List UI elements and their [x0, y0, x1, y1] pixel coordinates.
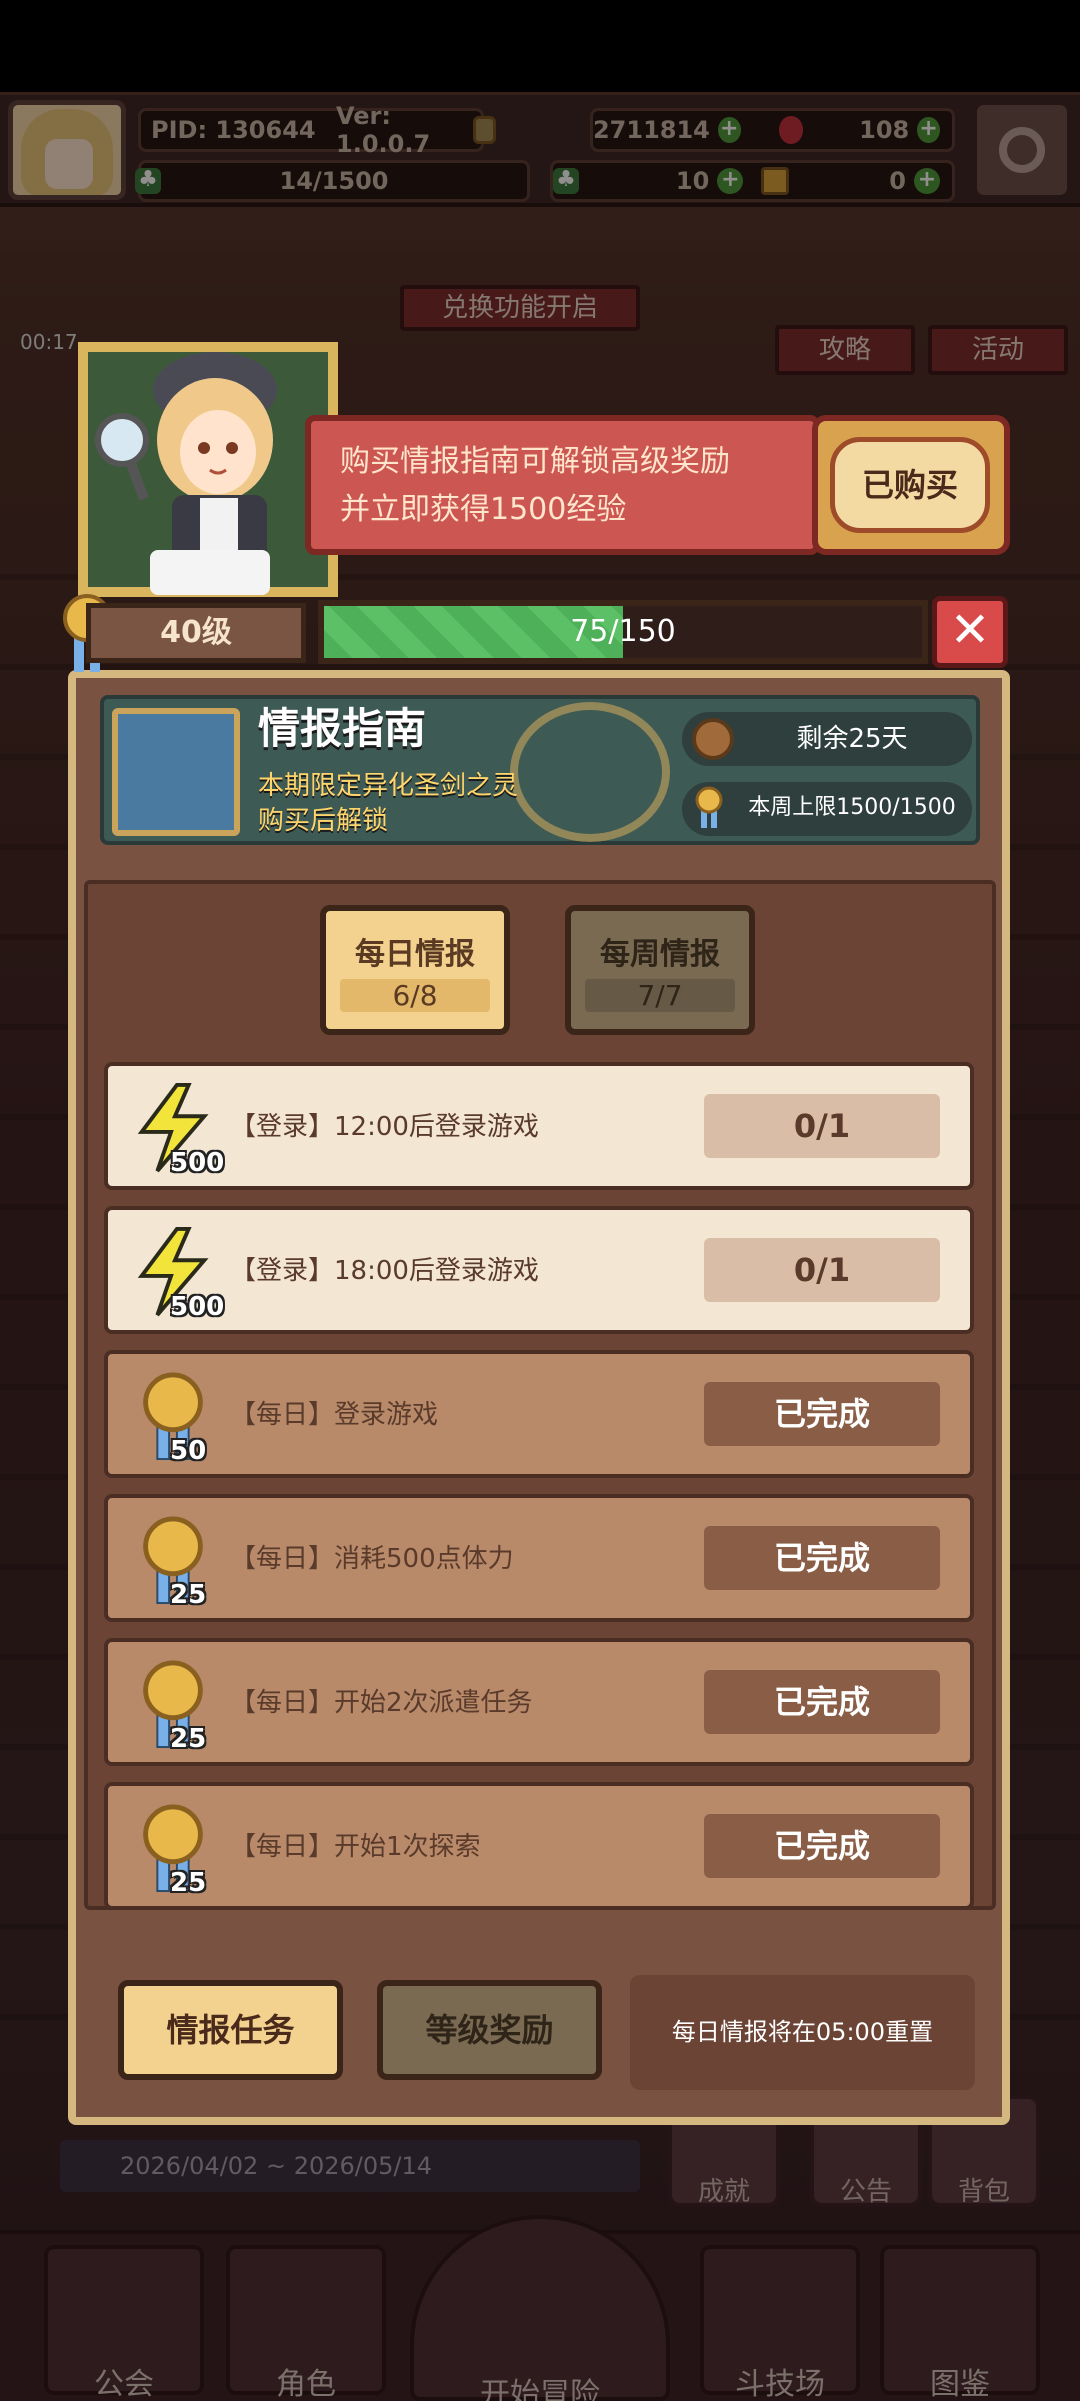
- task-status[interactable]: 0/1: [704, 1094, 940, 1158]
- tab-daily-intel[interactable]: 每日情报 6/8: [320, 905, 510, 1035]
- purchase-banner-text: 购买情报指南可解锁高级奖励 并立即获得1500经验: [340, 438, 800, 534]
- task-status: 已完成: [704, 1670, 940, 1734]
- detective-character-portrait: [95, 352, 277, 595]
- sword-spirit-icon: [112, 708, 240, 836]
- task-row[interactable]: 25 【每日】开始2次派遣任务 已完成: [104, 1638, 974, 1766]
- task-status: 已完成: [704, 1526, 940, 1590]
- xp-progress-text: 75/150: [570, 614, 676, 649]
- tab-weekly-intel[interactable]: 每周情报 7/7: [565, 905, 755, 1035]
- task-reward-amount: 500: [170, 1292, 225, 1322]
- task-row[interactable]: 25 【每日】开始1次探索 已完成: [104, 1782, 974, 1910]
- tab-weekly-label: 每周情报: [600, 937, 720, 972]
- guide-unlock-note: 购买后解锁: [258, 806, 389, 836]
- task-reward-amount: 25: [170, 1868, 207, 1898]
- banner-line-1: 购买情报指南可解锁高级奖励: [340, 444, 730, 479]
- task-description: 【每日】开始1次探索: [230, 1832, 481, 1862]
- compass-decoration: [510, 702, 670, 842]
- task-description: 【登录】12:00后登录游戏: [230, 1112, 539, 1142]
- task-description: 【每日】登录游戏: [230, 1400, 439, 1430]
- clock-icon: [692, 718, 734, 760]
- task-row[interactable]: 500 【登录】12:00后登录游戏 0/1: [104, 1062, 974, 1190]
- guide-title: 情报指南: [258, 704, 427, 753]
- tab-level-rewards[interactable]: 等级奖励: [377, 1980, 602, 2080]
- task-status: 已完成: [704, 1814, 940, 1878]
- close-button[interactable]: ✕: [932, 596, 1008, 668]
- close-icon: ✕: [949, 602, 991, 658]
- banner-line-2: 并立即获得1500经验: [340, 492, 627, 527]
- task-description: 【登录】18:00后登录游戏: [230, 1256, 539, 1286]
- task-row[interactable]: 25 【每日】消耗500点体力 已完成: [104, 1494, 974, 1622]
- medal-icon: [695, 786, 723, 828]
- tab-intel-tasks[interactable]: 情报任务: [118, 1980, 343, 2080]
- tab-daily-count: 6/8: [340, 979, 490, 1012]
- weekly-cap: 本周上限1500/1500: [748, 795, 956, 820]
- remaining-days: 剩余25天: [796, 724, 908, 754]
- guide-subtitle: 本期限定异化圣剑之灵: [258, 771, 519, 801]
- tab-weekly-count: 7/7: [585, 979, 735, 1012]
- task-reward-amount: 25: [170, 1724, 207, 1754]
- task-reward-amount: 25: [170, 1580, 207, 1610]
- daily-reset-note: 每日情报将在05:00重置: [630, 1975, 975, 2090]
- task-row[interactable]: 500 【登录】18:00后登录游戏 0/1: [104, 1206, 974, 1334]
- task-reward-amount: 50: [170, 1436, 207, 1466]
- level-label: 40级: [86, 603, 306, 663]
- task-description: 【每日】开始2次派遣任务: [230, 1688, 533, 1718]
- tab-daily-label: 每日情报: [355, 937, 475, 972]
- task-description: 【每日】消耗500点体力: [230, 1544, 514, 1574]
- purchased-button[interactable]: 已购买: [830, 437, 990, 533]
- task-reward-amount: 500: [170, 1148, 225, 1178]
- task-row[interactable]: 50 【每日】登录游戏 已完成: [104, 1350, 974, 1478]
- task-status[interactable]: 0/1: [704, 1238, 940, 1302]
- status-bar: [0, 0, 1080, 92]
- task-status: 已完成: [704, 1382, 940, 1446]
